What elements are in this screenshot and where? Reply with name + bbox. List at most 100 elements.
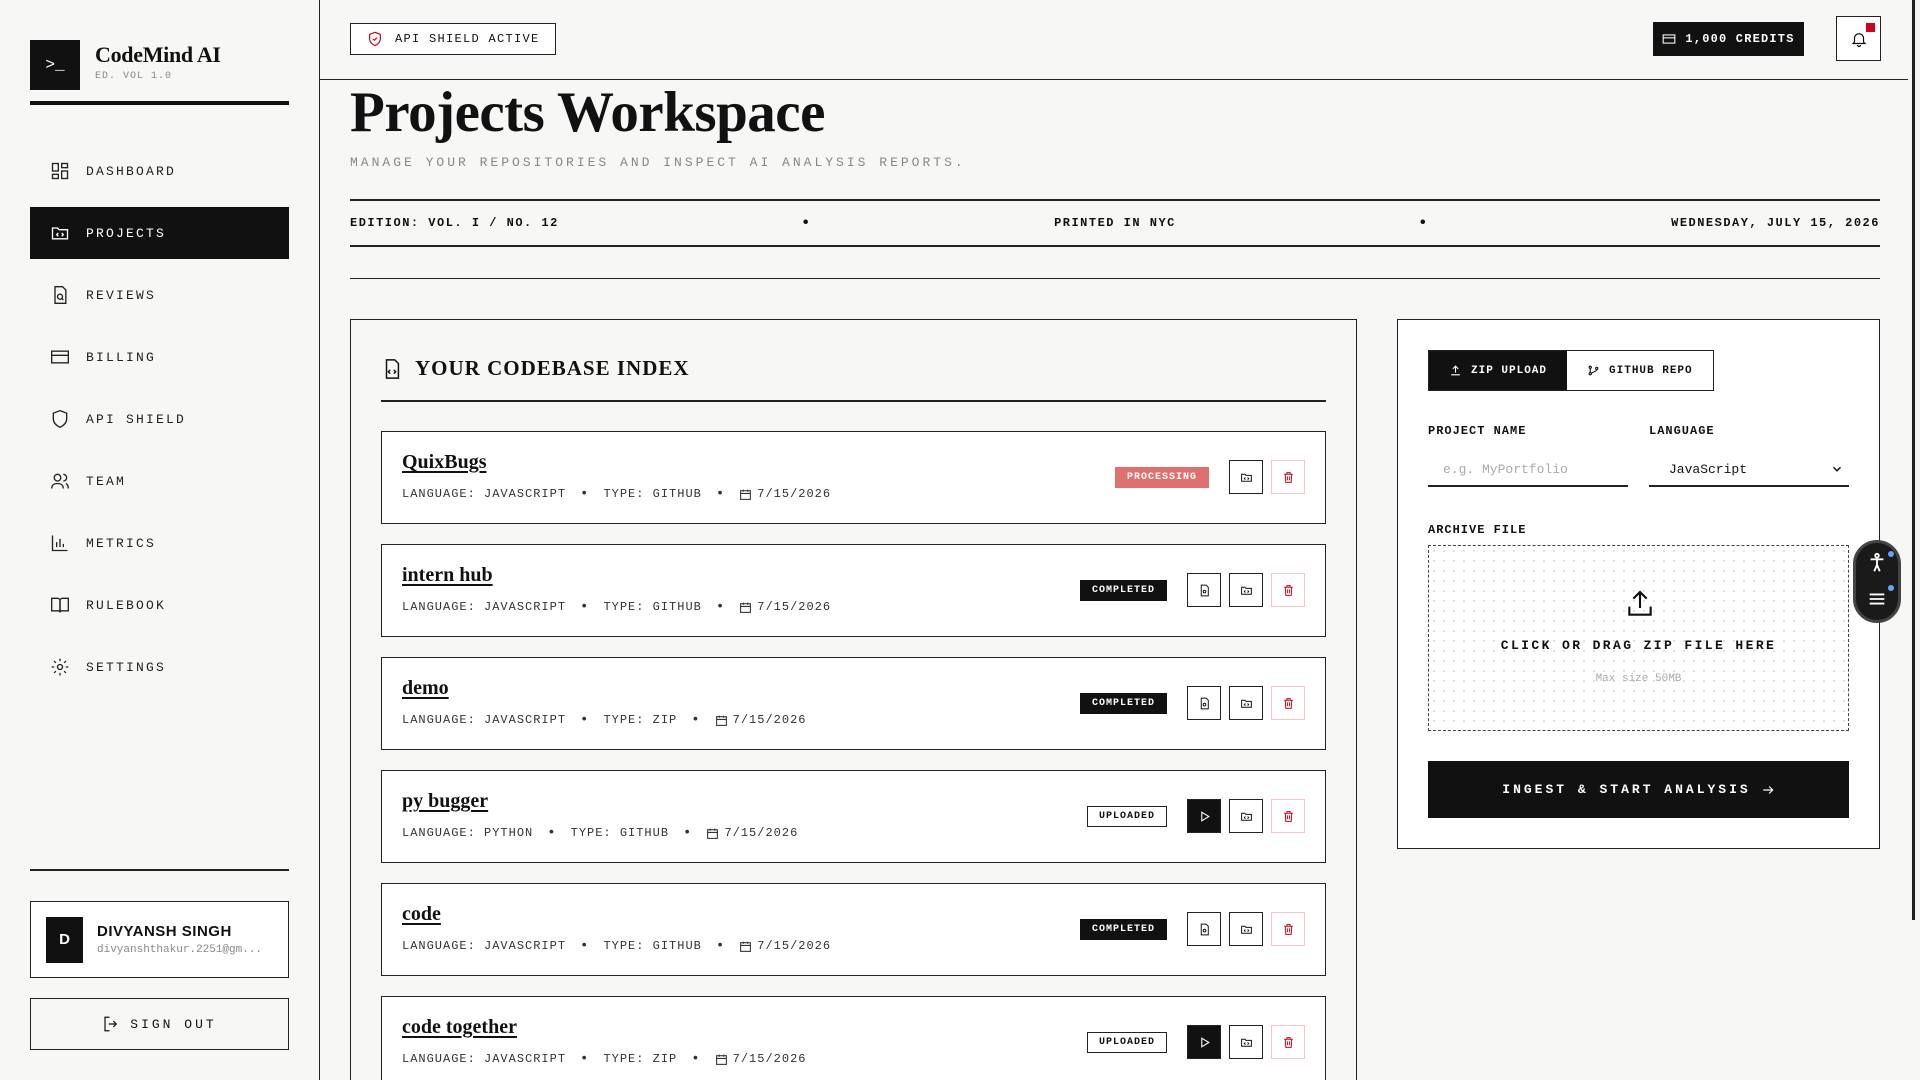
meta-separator: • [715, 486, 726, 502]
project-language: LANGUAGE: JAVASCRIPT [402, 487, 567, 501]
date-label: WEDNESDAY, JULY 15, 2026 [1671, 216, 1880, 230]
delete-button[interactable] [1271, 799, 1305, 833]
upload-icon [1451, 365, 1460, 376]
view-report-button[interactable] [1187, 686, 1221, 720]
project-meta: LANGUAGE: PYTHON • TYPE: GITHUB • 7/15/2026 [402, 825, 798, 841]
project-meta: LANGUAGE: JAVASCRIPT • TYPE: GITHUB • 7/15/2… [402, 938, 831, 954]
project-type: TYPE: GITHUB [570, 826, 670, 840]
calendar-icon [715, 1054, 727, 1065]
credits-button[interactable]: 1,000 CREDITS [1653, 22, 1804, 56]
delete-button[interactable] [1271, 686, 1305, 720]
brand[interactable]: >_ CodeMind AI ED. VOL 1.0 [30, 40, 289, 105]
file-report-icon [1200, 697, 1209, 709]
delete-button[interactable] [1271, 1025, 1305, 1059]
status-badge: COMPLETED [1079, 579, 1167, 601]
sidebar-item-label: TEAM [86, 473, 127, 489]
folder-icon [1240, 1038, 1252, 1047]
sidebar: >_ CodeMind AI ED. VOL 1.0 DASHBOARD PRO… [0, 0, 320, 1080]
open-folder-button[interactable] [1229, 686, 1263, 720]
meta-separator: • [715, 599, 726, 615]
project-name-link[interactable]: intern hub [402, 564, 493, 587]
tab-github-repo[interactable]: GITHUB REPO [1567, 351, 1713, 390]
open-folder-button[interactable] [1229, 799, 1263, 833]
view-report-button[interactable] [1187, 573, 1221, 607]
edition-separator: • [800, 214, 812, 232]
sidebar-item-api-shield[interactable]: API SHIELD [30, 393, 289, 445]
status-badge: COMPLETED [1079, 692, 1167, 714]
open-folder-button[interactable] [1229, 573, 1263, 607]
zip-dropzone[interactable]: CLICK OR DRAG ZIP FILE HERE Max size 50M… [1428, 545, 1849, 731]
menu-icon[interactable] [1866, 588, 1888, 610]
folder-code-icon [51, 227, 69, 240]
run-analysis-button[interactable] [1187, 1025, 1221, 1059]
view-report-button[interactable] [1187, 912, 1221, 946]
sidebar-item-settings[interactable]: SETTINGS [30, 641, 289, 693]
project-name-input[interactable] [1428, 453, 1628, 487]
ingest-button[interactable]: INGEST & START ANALYSIS [1428, 761, 1849, 818]
project-name-label: PROJECT NAME [1428, 424, 1527, 438]
meta-separator: • [683, 825, 693, 841]
sign-out-label: SIGN OUT [130, 1016, 217, 1032]
project-row: code together LANGUAGE: JAVASCRIPT • TYPE: … [381, 996, 1326, 1080]
edition-separator: • [1417, 214, 1430, 232]
project-type: TYPE: ZIP [603, 1052, 678, 1066]
sidebar-item-rulebook[interactable]: RULEBOOK [30, 579, 289, 631]
project-language: LANGUAGE: JAVASCRIPT [402, 1052, 567, 1066]
meta-separator: • [691, 712, 701, 728]
meta-separator: • [580, 712, 590, 728]
project-language: LANGUAGE: JAVASCRIPT [402, 713, 567, 727]
project-actions: COMPLETED [1079, 686, 1305, 720]
trash-icon [1283, 810, 1293, 822]
project-meta: LANGUAGE: JAVASCRIPT • TYPE: GITHUB • 7/15/2… [402, 486, 831, 502]
delete-button[interactable] [1271, 912, 1305, 946]
project-row: py bugger LANGUAGE: PYTHON • TYPE: GITHUB • 7… [381, 770, 1326, 863]
meta-separator: • [580, 938, 590, 954]
project-date: 7/15/2026 [732, 713, 807, 727]
open-folder-button[interactable] [1229, 460, 1263, 494]
notifications-button[interactable] [1836, 16, 1881, 61]
language-select[interactable]: JavaScript [1649, 453, 1849, 487]
project-name-link[interactable]: demo [402, 677, 449, 700]
sidebar-item-label: PROJECTS [86, 225, 167, 241]
scrollbar[interactable] [1912, 0, 1915, 920]
upload-tabs: ZIP UPLOAD GITHUB REPO [1428, 350, 1714, 391]
delete-button[interactable] [1271, 460, 1305, 494]
sign-out-button[interactable]: SIGN OUT [30, 998, 289, 1050]
api-shield-label: API SHIELD ACTIVE [395, 32, 540, 46]
project-date: 7/15/2026 [757, 487, 832, 501]
sidebar-item-billing[interactable]: BILLING [30, 331, 289, 383]
sidebar-item-metrics[interactable]: METRICS [30, 517, 289, 569]
tab-zip-upload[interactable]: ZIP UPLOAD [1429, 351, 1568, 390]
delete-button[interactable] [1271, 573, 1305, 607]
sidebar-item-reviews[interactable]: REVIEWS [30, 269, 289, 321]
topbar: API SHIELD ACTIVE 1,000 CREDITS [320, 0, 1908, 80]
sidebar-divider [30, 869, 289, 871]
project-name-link[interactable]: code together [402, 1016, 517, 1039]
users-icon [51, 473, 69, 489]
user-email: divyanshthakur.2251@gm... [97, 944, 263, 956]
api-shield-badge[interactable]: API SHIELD ACTIVE [350, 23, 556, 55]
book-icon [51, 597, 69, 613]
project-row: demo LANGUAGE: JAVASCRIPT • TYPE: ZIP • 7/15/… [381, 657, 1326, 750]
credits-label: 1,000 CREDITS [1685, 32, 1795, 46]
run-analysis-button[interactable] [1187, 799, 1221, 833]
project-meta: LANGUAGE: JAVASCRIPT • TYPE: ZIP • 7/15/2026 [402, 1051, 806, 1067]
project-row: intern hub LANGUAGE: JAVASCRIPT • TYPE: GIT… [381, 544, 1326, 637]
grid-icon [51, 162, 69, 180]
file-report-icon [1200, 923, 1209, 935]
status-badge: PROCESSING [1114, 466, 1209, 488]
project-name-link[interactable]: QuixBugs [402, 451, 486, 474]
user-card[interactable]: D DIVYANSH SINGH divyanshthakur.2251@gm.… [30, 901, 289, 978]
open-folder-button[interactable] [1229, 1025, 1263, 1059]
project-name-link[interactable]: py bugger [402, 790, 488, 813]
meta-separator: • [715, 938, 726, 954]
file-search-icon [54, 286, 67, 304]
project-name-link[interactable]: code [402, 903, 441, 926]
archive-file-label: ARCHIVE FILE [1428, 523, 1527, 537]
sidebar-item-dashboard[interactable]: DASHBOARD [30, 145, 289, 197]
open-folder-button[interactable] [1229, 912, 1263, 946]
sidebar-item-projects[interactable]: PROJECTS [30, 207, 289, 259]
project-date: 7/15/2026 [757, 600, 832, 614]
sidebar-item-team[interactable]: TEAM [30, 455, 289, 507]
accessibility-icon[interactable] [1866, 552, 1888, 574]
